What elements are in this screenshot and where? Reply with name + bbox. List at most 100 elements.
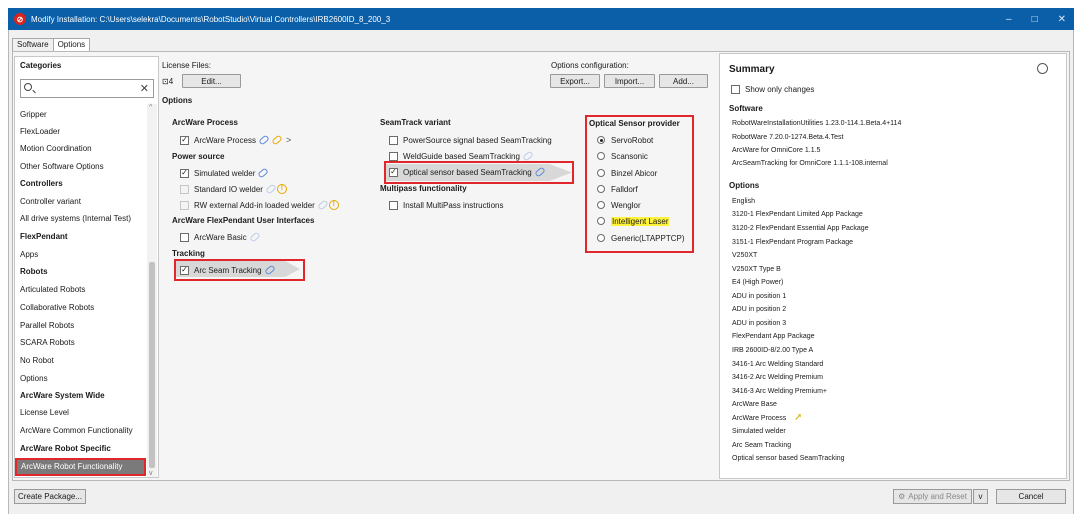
summary-scrollbar[interactable] xyxy=(1056,56,1065,476)
category-item[interactable]: Controller variant xyxy=(20,196,81,208)
apply-and-reset-label: Apply and Reset xyxy=(908,492,967,501)
option-label: ServoRobot xyxy=(611,135,654,145)
option-standard-io-welder[interactable]: Standard IO welder ! xyxy=(180,183,287,195)
category-item[interactable]: SCARA Robots xyxy=(20,337,75,349)
chevron-right-icon[interactable]: > xyxy=(286,135,291,145)
radio-wenglor[interactable]: Wenglor xyxy=(597,199,641,211)
gear-icon: ⚙ xyxy=(898,492,906,501)
chevron-down-icon: v xyxy=(978,492,983,501)
red-highlight-box xyxy=(384,161,574,184)
import-button[interactable]: Import... xyxy=(604,74,655,88)
minimize-icon[interactable]: – xyxy=(1006,14,1012,25)
category-search-input[interactable]: ✕ xyxy=(20,79,154,98)
summary-option-item: ArcWare Process xyxy=(732,415,787,422)
checkbox-disabled xyxy=(180,184,189,194)
summary-option-item: 3120-2 FlexPendant Essential App Package xyxy=(732,225,869,232)
checkbox-unchecked[interactable] xyxy=(731,84,740,94)
option-rw-external-welder[interactable]: RW external Add-in loaded welder ! xyxy=(180,199,339,211)
category-item[interactable]: License Level xyxy=(20,407,69,419)
radio-unselected[interactable] xyxy=(597,185,605,193)
summary-option-item: English xyxy=(732,198,755,205)
scrollbar-thumb[interactable] xyxy=(149,262,155,468)
option-label: WeldGuide based SeamTracking xyxy=(403,151,520,161)
warning-icon: ! xyxy=(328,200,339,210)
category-item[interactable]: ArcWare Common Functionality xyxy=(20,425,133,437)
apply-and-reset-button[interactable]: ⚙ Apply and Reset xyxy=(893,489,972,504)
warning-icon: ! xyxy=(276,184,287,194)
radio-generic-ltapptcp[interactable]: Generic(LTAPPTCP) xyxy=(597,232,685,244)
show-only-changes-toggle[interactable]: Show only changes xyxy=(731,83,814,95)
radio-intelligent-laser[interactable]: Intelligent Laser xyxy=(597,215,670,227)
tab-options[interactable]: Options xyxy=(52,38,91,52)
category-item[interactable]: Other Software Options xyxy=(20,161,104,173)
categories-scrollbar[interactable]: ^ v xyxy=(147,104,157,477)
summary-software-item: RobotWareInstallationUtilities 1.23.0-11… xyxy=(732,120,902,127)
category-group-heading: ArcWare System Wide xyxy=(20,391,105,400)
maximize-icon[interactable]: □ xyxy=(1032,14,1038,25)
option-powersource-seamtracking[interactable]: PowerSource signal based SeamTracking xyxy=(389,134,552,146)
radio-selected[interactable] xyxy=(597,136,605,144)
option-arcware-process[interactable]: ✓ ArcWare Process > xyxy=(180,134,291,146)
category-item[interactable]: Apps xyxy=(20,249,38,261)
category-item[interactable]: No Robot xyxy=(20,355,54,367)
checkbox-checked[interactable]: ✓ xyxy=(180,135,189,145)
option-simulated-welder[interactable]: ✓ Simulated welder xyxy=(180,167,270,179)
category-item[interactable]: Parallel Robots xyxy=(20,320,74,332)
option-label: Install MultiPass instructions xyxy=(403,200,504,210)
summary-option-item: ADU in position 1 xyxy=(732,293,787,300)
option-label: Simulated welder xyxy=(194,168,256,178)
radio-servorobot[interactable]: ServoRobot xyxy=(597,134,653,146)
radio-unselected[interactable] xyxy=(597,234,605,242)
radio-unselected[interactable] xyxy=(597,169,605,177)
radio-unselected[interactable] xyxy=(597,152,605,160)
add-button[interactable]: Add... xyxy=(659,74,708,88)
edit-license-button[interactable]: Edit... xyxy=(182,74,241,88)
create-package-button[interactable]: Create Package... xyxy=(14,489,86,504)
close-icon[interactable]: ✕ xyxy=(1058,14,1066,25)
option-arcware-basic[interactable]: ArcWare Basic xyxy=(180,231,261,243)
search-icon xyxy=(24,83,32,91)
scroll-up-icon[interactable]: ^ xyxy=(149,104,152,111)
link-icon xyxy=(257,167,270,179)
radio-unselected[interactable] xyxy=(597,217,605,225)
optical-sensor-provider-heading: Optical Sensor provider xyxy=(589,119,680,128)
radio-unselected[interactable] xyxy=(597,201,605,209)
export-button[interactable]: Export... xyxy=(550,74,600,88)
summary-option-item: ADU in position 2 xyxy=(732,306,787,313)
apply-dropdown-button[interactable]: v xyxy=(973,489,988,504)
option-label: ArcWare Basic xyxy=(194,232,247,242)
checkbox-unchecked[interactable] xyxy=(389,135,398,145)
option-label: RW external Add-in loaded welder xyxy=(194,200,315,210)
checkbox-disabled xyxy=(180,200,189,210)
category-item[interactable]: Motion Coordination xyxy=(20,143,92,155)
summary-option-item: 3416-3 Arc Welding Premium+ xyxy=(732,388,827,395)
category-item[interactable]: All drive systems (Internal Test) xyxy=(20,213,131,225)
category-item[interactable]: FlexLoader xyxy=(20,126,60,138)
checkbox-unchecked[interactable] xyxy=(389,200,398,210)
category-item[interactable]: Gripper xyxy=(20,109,47,121)
scroll-down-icon[interactable]: v xyxy=(149,470,153,477)
category-group-heading: ArcWare Robot Specific xyxy=(20,444,111,453)
tab-software[interactable]: Software xyxy=(12,38,54,52)
cancel-button[interactable]: Cancel xyxy=(996,489,1066,504)
summary-option-item: V250XT Type B xyxy=(732,266,781,273)
category-item[interactable]: Collaborative Robots xyxy=(20,302,94,314)
clear-icon[interactable]: ✕ xyxy=(140,82,149,95)
history-icon[interactable] xyxy=(1037,63,1048,74)
radio-scansonic[interactable]: Scansonic xyxy=(597,150,648,162)
checkbox-checked[interactable]: ✓ xyxy=(180,168,189,178)
checkbox-unchecked[interactable] xyxy=(389,151,398,161)
option-install-multipass[interactable]: Install MultiPass instructions xyxy=(389,199,503,211)
category-group-heading: Robots xyxy=(20,267,48,276)
options-heading: Options xyxy=(162,96,193,105)
radio-falldorf[interactable]: Falldorf xyxy=(597,183,638,195)
radio-binzel-abicor[interactable]: Binzel Abicor xyxy=(597,167,657,179)
software-heading: Software xyxy=(729,104,763,113)
category-item[interactable]: Articulated Robots xyxy=(20,284,85,296)
summary-option-item: 3416-2 Arc Welding Premium xyxy=(732,374,823,381)
checkbox-unchecked[interactable] xyxy=(180,232,189,242)
license-file-icon: ⊡ xyxy=(162,77,169,86)
option-label: Generic(LTAPPTCP) xyxy=(611,233,685,243)
category-item[interactable]: Options xyxy=(20,373,48,385)
category-item-selected[interactable]: ArcWare Robot Functionality xyxy=(15,458,146,476)
